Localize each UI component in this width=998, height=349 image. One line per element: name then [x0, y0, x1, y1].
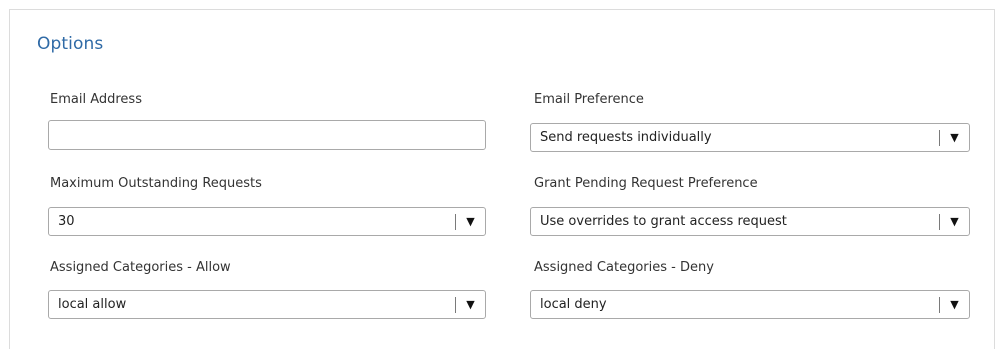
max-outstanding-requests-label: Maximum Outstanding Requests — [50, 176, 262, 191]
assigned-categories-allow-select[interactable]: local allow ▼ — [48, 290, 486, 319]
assigned-categories-deny-select[interactable]: local deny ▼ — [530, 290, 970, 319]
email-preference-value: Send requests individually — [540, 130, 712, 145]
max-outstanding-requests-value: 30 — [58, 214, 75, 229]
chevron-down-icon[interactable]: ▼ — [940, 291, 969, 318]
assigned-categories-deny-value: local deny — [540, 297, 607, 312]
chevron-down-icon[interactable]: ▼ — [456, 208, 485, 235]
chevron-down-icon[interactable]: ▼ — [456, 291, 485, 318]
email-preference-label: Email Preference — [534, 92, 644, 107]
email-address-label: Email Address — [50, 92, 142, 107]
email-address-field[interactable] — [48, 120, 486, 150]
grant-pending-request-preference-select[interactable]: Use overrides to grant access request ▼ — [530, 207, 970, 236]
email-preference-select[interactable]: Send requests individually ▼ — [530, 123, 970, 152]
assigned-categories-allow-label: Assigned Categories - Allow — [50, 260, 231, 275]
assigned-categories-deny-label: Assigned Categories - Deny — [534, 260, 714, 275]
chevron-down-icon[interactable]: ▼ — [940, 208, 969, 235]
assigned-categories-allow-value: local allow — [58, 297, 127, 312]
grant-pending-request-preference-value: Use overrides to grant access request — [540, 214, 787, 229]
max-outstanding-requests-select[interactable]: 30 ▼ — [48, 207, 486, 236]
chevron-down-icon[interactable]: ▼ — [940, 124, 969, 151]
section-title: Options — [37, 34, 104, 54]
grant-pending-request-preference-label: Grant Pending Request Preference — [534, 176, 758, 191]
